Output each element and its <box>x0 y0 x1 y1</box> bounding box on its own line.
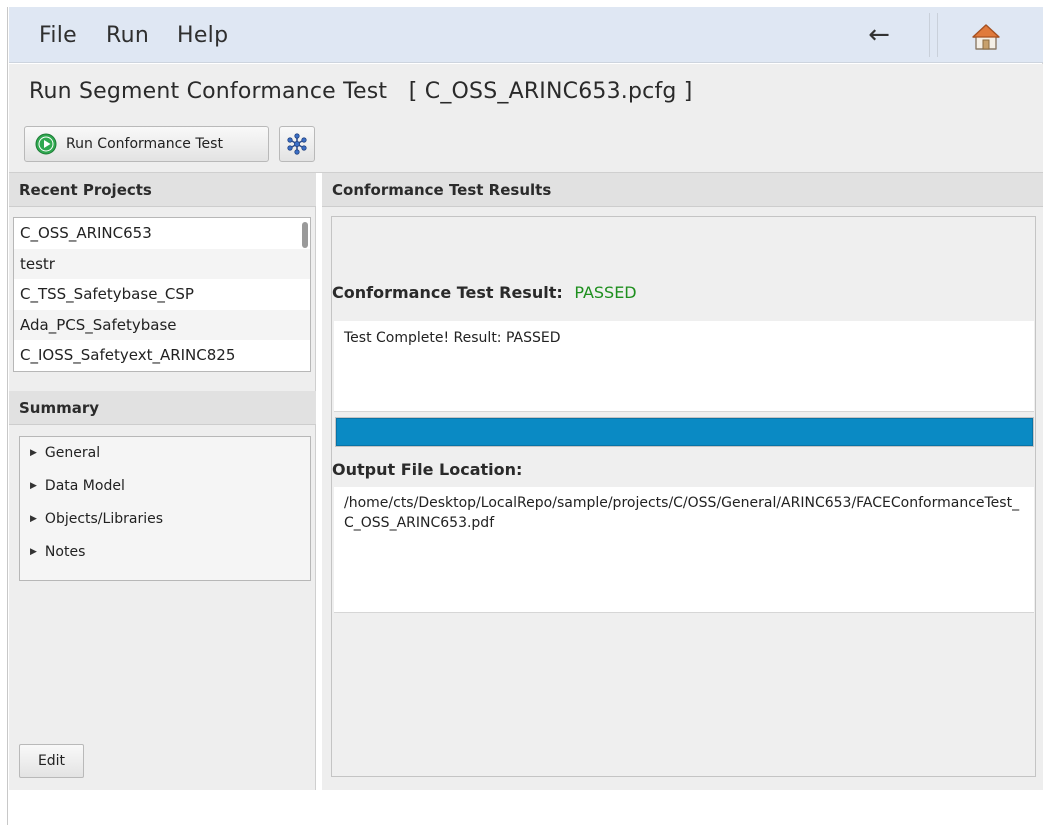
menu-file[interactable]: File <box>39 23 77 48</box>
window-top-edge <box>0 0 1063 7</box>
toolbar: Run Conformance Test <box>9 118 1043 173</box>
recent-projects-header: Recent Projects <box>9 173 316 207</box>
results-panel: Conformance Test Result: PASSED Test Com… <box>331 216 1036 777</box>
summary-item-data-model[interactable]: ▶ Data Model <box>20 470 310 503</box>
snowflake-network-icon <box>287 133 307 155</box>
summary-header: Summary <box>9 391 316 425</box>
back-arrow-icon[interactable]: ← <box>857 17 901 53</box>
progress-bar <box>335 417 1034 447</box>
progress-bar-fill <box>336 418 1033 446</box>
expand-arrow-icon[interactable]: ▶ <box>30 437 37 470</box>
right-panel: Conformance Test Results Conformance Tes… <box>322 173 1043 825</box>
results-header: Conformance Test Results <box>322 173 1043 207</box>
page-title: Run Segment Conformance Test [ C_OSS_ARI… <box>29 79 693 104</box>
edit-button[interactable]: Edit <box>19 744 84 778</box>
recent-project-item[interactable]: testr <box>14 248 310 279</box>
home-icon[interactable] <box>971 23 1001 51</box>
play-circle-icon <box>35 133 57 155</box>
expand-arrow-icon[interactable]: ▶ <box>30 536 37 569</box>
summary-item-general[interactable]: ▶ General <box>20 437 310 470</box>
summary-item-label: Notes <box>44 544 86 560</box>
menu-separator <box>937 13 938 57</box>
window-left-edge <box>0 7 8 825</box>
run-conformance-test-label: Run Conformance Test <box>66 136 223 152</box>
recent-list-scrollbar[interactable] <box>302 222 308 248</box>
result-label: Conformance Test Result: <box>332 283 563 302</box>
menu-help[interactable]: Help <box>177 23 228 48</box>
result-line: Conformance Test Result: PASSED <box>332 283 637 302</box>
output-file-path[interactable]: /home/cts/Desktop/LocalRepo/sample/proje… <box>334 487 1034 613</box>
summary-item-label: General <box>44 445 101 461</box>
menu-bar: File Run Help ← <box>9 7 1043 63</box>
run-conformance-test-button[interactable]: Run Conformance Test <box>24 126 269 162</box>
result-text-area[interactable]: Test Complete! Result: PASSED <box>334 321 1034 412</box>
output-file-label: Output File Location: <box>332 460 523 479</box>
expand-arrow-icon[interactable]: ▶ <box>30 503 37 536</box>
summary-item-notes[interactable]: ▶ Notes <box>20 536 310 569</box>
recent-projects-list[interactable]: C_OSS_ARINC653 testr C_TSS_Safetybase_CS… <box>13 217 311 372</box>
summary-tree: ▶ General ▶ Data Model ▶ Objects/Librari… <box>19 436 311 581</box>
summary-item-label: Data Model <box>44 478 125 494</box>
menu-run[interactable]: Run <box>106 23 149 48</box>
recent-project-item[interactable]: C_OSS_ARINC653 <box>14 218 310 249</box>
expand-arrow-icon[interactable]: ▶ <box>30 470 37 503</box>
menu-separator <box>929 13 930 57</box>
status-strip <box>9 790 1043 825</box>
result-status: PASSED <box>574 283 637 302</box>
summary-item-label: Objects/Libraries <box>44 511 163 527</box>
network-tool-button[interactable] <box>279 126 315 162</box>
left-panel: Recent Projects C_OSS_ARINC653 testr C_T… <box>9 173 316 825</box>
recent-project-item[interactable]: C_IOSS_Safetyext_ARINC825 <box>14 340 310 371</box>
title-strip: Run Segment Conformance Test [ C_OSS_ARI… <box>9 64 1043 118</box>
recent-project-item[interactable]: Ada_PCS_Safetybase <box>14 309 310 340</box>
app-window: File Run Help ← Run Segment Conformance … <box>9 7 1043 825</box>
recent-project-item[interactable]: C_TSS_Safetybase_CSP <box>14 279 310 310</box>
summary-item-objects-libraries[interactable]: ▶ Objects/Libraries <box>20 503 310 536</box>
